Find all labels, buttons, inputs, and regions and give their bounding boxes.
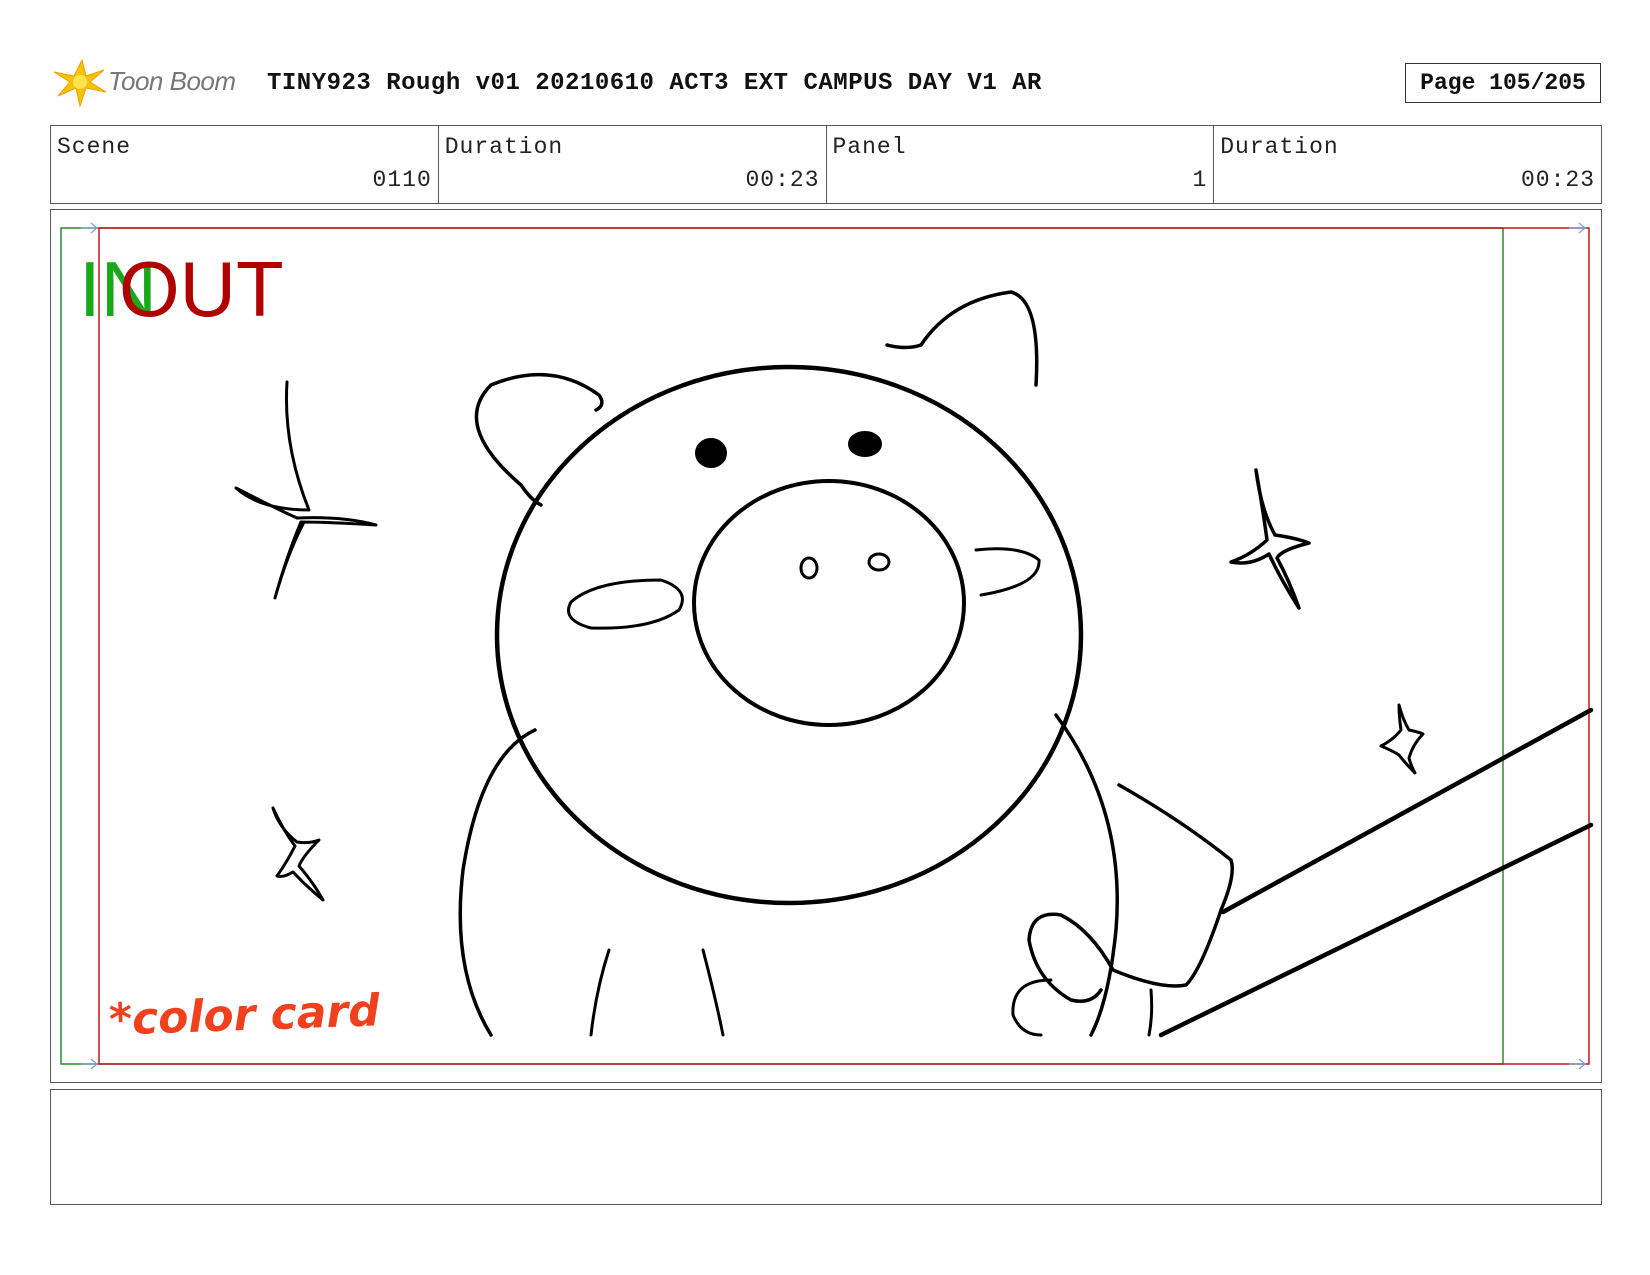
pig-nostril-right (867, 552, 891, 572)
storyboard-panel: IN OUT *color card (50, 209, 1602, 1083)
pig-leg-right (701, 948, 725, 1037)
page-number: Page 105/205 (1405, 63, 1601, 103)
panel-value: 1 (1192, 167, 1208, 193)
sparkle-small-right (1379, 703, 1425, 775)
scene-label: Scene (57, 134, 132, 160)
logo-text: Toon Boom (108, 66, 236, 96)
scene-duration-label: Duration (444, 134, 564, 160)
scene-duration-value: 00:23 (745, 167, 820, 193)
pig-body-right (1054, 713, 1119, 1037)
handwritten-note: *color card (108, 985, 381, 1046)
panel-label: Panel (832, 134, 907, 160)
panel-duration-cell: Duration 00:23 (1214, 126, 1601, 203)
scene-cell: Scene 0110 (51, 126, 439, 203)
panel-duration-label: Duration (1220, 134, 1339, 160)
pig-head (494, 364, 1084, 906)
pig-leg-left (589, 948, 611, 1037)
panel-info-table: Scene 0110 Duration 00:23 Panel 1 Durati… (50, 125, 1602, 204)
out-frame (98, 227, 1590, 1065)
sparkle-large (234, 380, 378, 600)
star-burst-icon (53, 58, 107, 108)
pig-body-left (458, 728, 537, 1037)
panel-artwork (60, 222, 1594, 1070)
pig-eye-right (848, 431, 882, 457)
scene-value: 0110 (372, 167, 432, 193)
pig-ear-right (885, 290, 1039, 387)
scene-duration-cell: Duration 00:23 (439, 126, 827, 203)
pig-cheek-left (567, 578, 684, 630)
in-frame (60, 227, 1504, 1065)
stick-top (1220, 707, 1594, 915)
out-label: OUT (119, 245, 284, 333)
sparkle-small-left (271, 806, 325, 902)
panel-cell: Panel 1 (827, 126, 1215, 203)
pig-ear-left (474, 372, 604, 507)
frame-corner-arrows (81, 222, 1586, 1070)
caption-box (50, 1089, 1602, 1205)
panel-duration-value: 00:23 (1520, 167, 1595, 193)
pig-cheek-right (974, 547, 1041, 597)
toon-boom-logo: Toon Boom (52, 56, 252, 108)
pig-trotter (1011, 978, 1154, 1037)
document-title: TINY923 Rough v01 20210610 ACT3 EXT CAMP… (267, 70, 1042, 97)
pig-nostril-left (799, 556, 819, 580)
pig-hand (1027, 783, 1234, 1003)
pig-eye-left (695, 438, 727, 468)
sparkle-right (1229, 468, 1311, 610)
pig-snout (692, 479, 966, 727)
